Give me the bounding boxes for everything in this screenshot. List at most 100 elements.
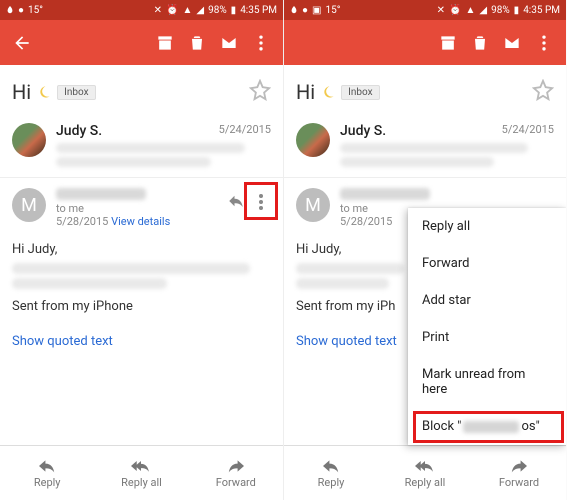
status-bar: ● 15° ✕ ⏰ ▲ ◢ 98% ▮ 4:35 PM [0, 0, 283, 20]
reply-all-label: Reply all [405, 476, 446, 489]
body-signature: Sent from my iPhone [12, 299, 271, 314]
status-icon [6, 6, 14, 14]
archive-button[interactable] [151, 29, 179, 57]
redacted-text [296, 263, 404, 274]
message-date: 5/24/2015 [502, 123, 554, 139]
screenshot-icon: ▣ [312, 5, 321, 16]
phone-screen-left: ● 15° ✕ ⏰ ▲ ◢ 98% ▮ 4:35 PM H [0, 0, 283, 500]
bottom-action-bar: Reply Reply all Forward [0, 445, 283, 500]
body-greeting: Hi Judy, [12, 242, 271, 257]
avatar [296, 123, 330, 157]
sender-name: Judy S. [56, 123, 102, 139]
inbox-chip[interactable]: Inbox [57, 85, 95, 100]
mark-unread-button[interactable] [498, 29, 526, 57]
forward-button[interactable]: Forward [472, 446, 566, 500]
reply-label: Reply [34, 476, 61, 489]
redacted-text [340, 157, 494, 167]
menu-print[interactable]: Print [408, 319, 566, 356]
redacted-text [340, 143, 528, 153]
weather-icon: ● [302, 5, 308, 16]
redacted-text [56, 143, 245, 153]
menu-block-sender[interactable]: Block " os" [408, 408, 566, 445]
forward-button[interactable]: Forward [189, 446, 283, 500]
message-date: 5/24/2015 [219, 123, 271, 139]
menu-reply-all[interactable]: Reply all [408, 208, 566, 245]
battery-icon: ▮ [231, 5, 237, 16]
message-date: 5/28/2015 [56, 215, 108, 228]
signal-icon: ◢ [196, 5, 204, 16]
alarm-icon: ⏰ [166, 5, 178, 16]
phone-screen-right: ● ▣ 15° ✕ ⏰ ▲ ◢ 98% ▮ 4:35 PM Hi [283, 0, 566, 500]
battery-icon: ▮ [514, 5, 520, 16]
vibrate-icon: ✕ [154, 5, 162, 16]
subject-text: Hi [12, 80, 31, 104]
more-button[interactable] [247, 29, 275, 57]
wifi-icon: ▲ [182, 5, 192, 16]
archive-button[interactable] [434, 29, 462, 57]
inbox-chip[interactable]: Inbox [341, 85, 379, 100]
redacted-text [56, 157, 211, 167]
star-button[interactable] [249, 79, 271, 105]
clock: 4:35 PM [240, 5, 277, 16]
subject-row: Hi Inbox [284, 65, 566, 115]
forward-label: Forward [499, 476, 539, 489]
menu-add-star[interactable]: Add star [408, 282, 566, 319]
message-body: Hi Judy, Sent from my iPhone [0, 238, 283, 330]
redacted-name [463, 421, 519, 433]
delete-button[interactable] [466, 29, 494, 57]
battery-percent: 98% [491, 5, 510, 16]
delete-button[interactable] [183, 29, 211, 57]
message-collapsed[interactable]: Judy S. 5/24/2015 [284, 115, 566, 178]
reply-all-button[interactable]: Reply all [94, 446, 188, 500]
toolbar [284, 20, 566, 65]
menu-forward[interactable]: Forward [408, 245, 566, 282]
redacted-text [296, 278, 389, 289]
reply-all-button[interactable]: Reply all [378, 446, 472, 500]
weather-icon: ● [18, 5, 24, 16]
block-prefix: Block " [422, 419, 461, 434]
vibrate-icon: ✕ [437, 5, 445, 16]
star-button[interactable] [532, 79, 554, 105]
reply-all-label: Reply all [121, 476, 162, 489]
category-icon [37, 85, 51, 99]
status-icon [290, 6, 298, 14]
message-expanded-header: M to me 5/28/2015 View details [0, 178, 283, 238]
toolbar [0, 20, 283, 65]
reply-button[interactable]: Reply [284, 446, 378, 500]
reply-button[interactable]: Reply [0, 446, 94, 500]
wifi-icon: ▲ [465, 5, 475, 16]
reply-label: Reply [318, 476, 345, 489]
more-button[interactable] [530, 29, 558, 57]
menu-mark-unread[interactable]: Mark unread from here [408, 356, 566, 408]
avatar [12, 123, 46, 157]
avatar-letter: M [12, 188, 46, 222]
view-details-link[interactable]: View details [111, 215, 170, 228]
subject-text: Hi [296, 80, 315, 104]
clock: 4:35 PM [523, 5, 560, 16]
redacted-text [12, 278, 167, 289]
redacted-sender [56, 188, 146, 200]
overflow-menu: Reply all Forward Add star Print Mark un… [408, 208, 566, 445]
show-quoted-link[interactable]: Show quoted text [0, 330, 283, 359]
category-icon [321, 85, 335, 99]
mark-unread-button[interactable] [215, 29, 243, 57]
message-overflow-button[interactable] [249, 188, 273, 216]
signal-icon: ◢ [479, 5, 487, 16]
temperature: 15° [326, 5, 341, 16]
alarm-icon: ⏰ [449, 5, 461, 16]
message-date: 5/28/2015 [340, 215, 392, 228]
back-button[interactable] [8, 29, 36, 57]
battery-percent: 98% [208, 5, 227, 16]
bottom-action-bar: Reply Reply all Forward [284, 445, 566, 500]
message-collapsed[interactable]: Judy S. 5/24/2015 [0, 115, 283, 178]
status-bar: ● ▣ 15° ✕ ⏰ ▲ ◢ 98% ▮ 4:35 PM [284, 0, 566, 20]
redacted-text [12, 263, 250, 274]
reply-icon[interactable] [227, 192, 245, 214]
redacted-sender [340, 188, 430, 200]
avatar-letter: M [296, 188, 330, 222]
sender-name: Judy S. [340, 123, 386, 139]
subject-row: Hi Inbox [0, 65, 283, 115]
block-suffix: os" [521, 419, 539, 434]
temperature: 15° [28, 5, 43, 16]
forward-label: Forward [216, 476, 256, 489]
